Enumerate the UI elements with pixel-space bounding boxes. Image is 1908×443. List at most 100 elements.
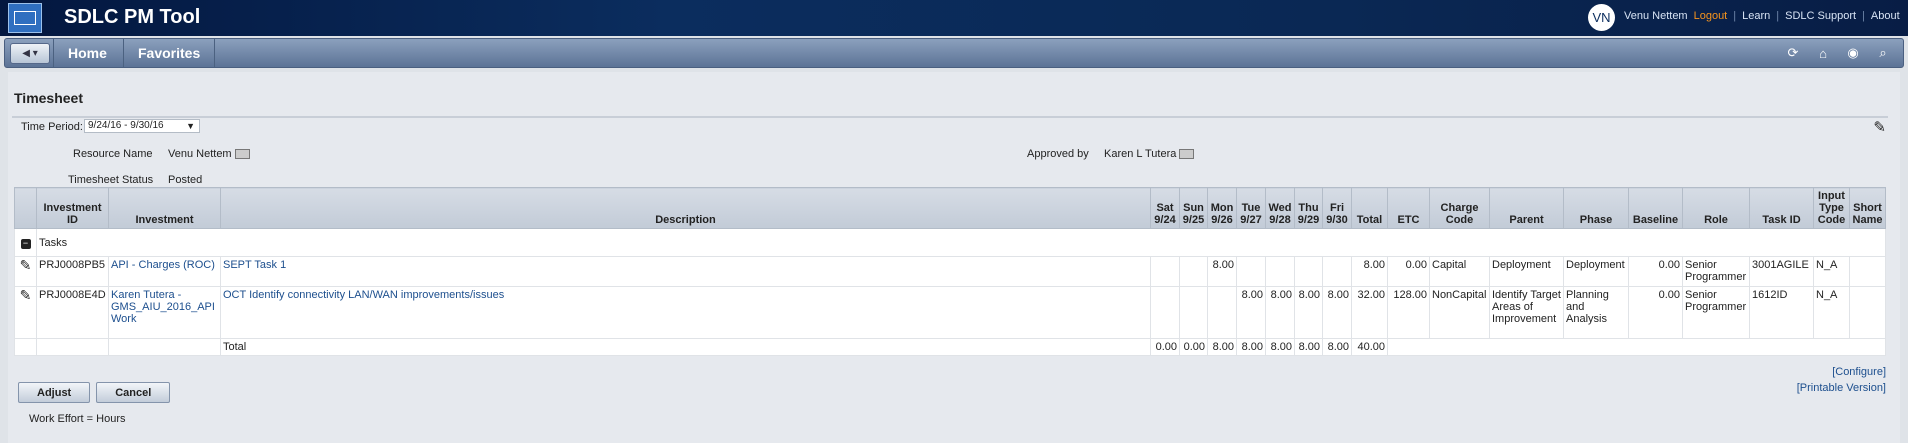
cell-fri [1322,256,1352,287]
back-arrow-icon: ◀ [22,48,30,59]
cell-investment[interactable]: Karen Tutera - GMS_AIU_2016_API Work [108,286,221,339]
cell-parent: Deployment [1489,256,1564,287]
totals-spacer [14,338,37,356]
cell-task-id: 1612ID [1749,286,1814,339]
printable-version-link[interactable]: [Printable Version] [1797,382,1886,394]
cell-thu [1294,256,1323,287]
group-row: − Tasks [14,228,1886,257]
cell-short-name [1849,286,1886,339]
col-investment[interactable]: Investment [108,187,221,229]
cell-short-name [1849,256,1886,287]
logout-link[interactable]: Logout [1694,10,1728,22]
group-label: Tasks [36,228,1886,257]
totals-spacer [108,338,221,356]
total-thu: 8.00 [1294,338,1323,356]
app-title: SDLC PM Tool [64,6,201,28]
totals-spacer [1387,338,1886,356]
col-edit [14,187,37,229]
col-input-type-code[interactable]: Input Type Code [1813,187,1850,229]
time-period-select[interactable]: 9/24/16 - 9/30/16 ▼ [84,119,200,133]
col-fri[interactable]: Fri 9/30 [1322,187,1352,229]
col-role[interactable]: Role [1682,187,1750,229]
cell-etc: 128.00 [1387,286,1430,339]
total-wed: 8.00 [1265,338,1295,356]
mail-icon[interactable] [234,149,250,159]
cell-baseline: 0.00 [1628,256,1683,287]
time-period-label: Time Period: [21,121,83,133]
total-mon: 8.00 [1207,338,1237,356]
dropdown-arrow-icon: ▼ [186,121,195,131]
edit-icon[interactable]: ✎ [1873,118,1886,136]
cell-parent: Identify Target Areas of Improvement [1489,286,1564,339]
divider: | [1862,10,1865,22]
support-link[interactable]: SDLC Support [1785,10,1856,22]
cell-phase: Deployment [1563,256,1629,287]
avatar[interactable]: VN [1588,4,1615,31]
cell-investment[interactable]: API - Charges (ROC) [108,256,221,287]
action-buttons: Adjust Cancel [18,382,171,403]
home-icon[interactable]: ⌂ [1815,45,1831,61]
nav-favorites[interactable]: Favorites [123,39,216,67]
search-icon[interactable]: ⌕ [1875,45,1891,61]
col-investment-id[interactable]: Investment ID [36,187,109,229]
top-header: SDLC PM Tool VN Venu Nettem Logout | Lea… [0,0,1908,36]
total-total: 40.00 [1351,338,1388,356]
col-baseline[interactable]: Baseline [1628,187,1683,229]
nav-bar: ◀ ▾ Home Favorites ⟳ ⌂ ◉ ⌕ [4,38,1904,68]
col-description[interactable]: Description [220,187,1151,229]
col-wed[interactable]: Wed 9/28 [1265,187,1295,229]
collapse-icon[interactable]: − [14,228,37,257]
cell-description[interactable]: OCT Identify connectivity LAN/WAN improv… [220,286,1151,339]
cell-description[interactable]: SEPT Task 1 [220,256,1151,287]
work-effort-note: Work Effort = Hours [29,413,126,425]
total-sat: 0.00 [1150,338,1180,356]
cell-tue [1236,256,1266,287]
cancel-button[interactable]: Cancel [96,382,171,403]
cell-total: 32.00 [1351,286,1388,339]
col-charge-code[interactable]: Charge Code [1429,187,1490,229]
table-header-row: Investment ID Investment Description Sat… [14,187,1886,229]
nav-home[interactable]: Home [53,39,121,67]
col-sun[interactable]: Sun 9/25 [1179,187,1208,229]
resource-name: Venu Nettem [168,148,250,160]
cell-total: 8.00 [1351,256,1388,287]
cell-role: Senior Programmer [1682,286,1750,339]
cell-sat [1150,256,1180,287]
col-tue[interactable]: Tue 9/27 [1236,187,1266,229]
cell-tue: 8.00 [1236,286,1266,339]
resource-label: Resource Name [73,148,153,160]
configure-link[interactable]: [Configure] [1832,366,1886,378]
table-row[interactable]: ✎ PRJ0008E4D Karen Tutera - GMS_AIU_2016… [14,286,1886,339]
amex-logo[interactable] [8,3,42,33]
col-total[interactable]: Total [1351,187,1388,229]
about-link[interactable]: About [1871,10,1900,22]
cell-charge-code: NonCapital [1429,286,1490,339]
col-thu[interactable]: Thu 9/29 [1294,187,1323,229]
adjust-button[interactable]: Adjust [18,382,91,403]
totals-row: Total 0.00 0.00 8.00 8.00 8.00 8.00 8.00… [14,338,1886,356]
col-phase[interactable]: Phase [1563,187,1629,229]
back-button[interactable]: ◀ ▾ [10,43,50,64]
help-icon[interactable]: ◉ [1845,45,1861,61]
mail-icon[interactable] [1179,149,1195,159]
learn-link[interactable]: Learn [1742,10,1770,22]
refresh-icon[interactable]: ⟳ [1785,45,1801,61]
cell-sat [1150,286,1180,339]
row-edit-icon[interactable]: ✎ [14,256,37,287]
col-sat[interactable]: Sat 9/24 [1150,187,1180,229]
col-short-name[interactable]: Short Name [1849,187,1886,229]
cell-investment-id: PRJ0008PB5 [36,256,109,287]
divider [12,116,1888,118]
cell-task-id: 3001AGILE [1749,256,1814,287]
cell-wed: 8.00 [1265,286,1295,339]
col-mon[interactable]: Mon 9/26 [1207,187,1237,229]
cell-baseline: 0.00 [1628,286,1683,339]
col-task-id[interactable]: Task ID [1749,187,1814,229]
row-edit-icon[interactable]: ✎ [14,286,37,339]
totals-label: Total [220,338,1151,356]
col-etc[interactable]: ETC [1387,187,1430,229]
resource-value: Venu Nettem [168,148,232,160]
total-sun: 0.00 [1179,338,1208,356]
table-row[interactable]: ✎ PRJ0008PB5 API - Charges (ROC) SEPT Ta… [14,256,1886,287]
col-parent[interactable]: Parent [1489,187,1564,229]
